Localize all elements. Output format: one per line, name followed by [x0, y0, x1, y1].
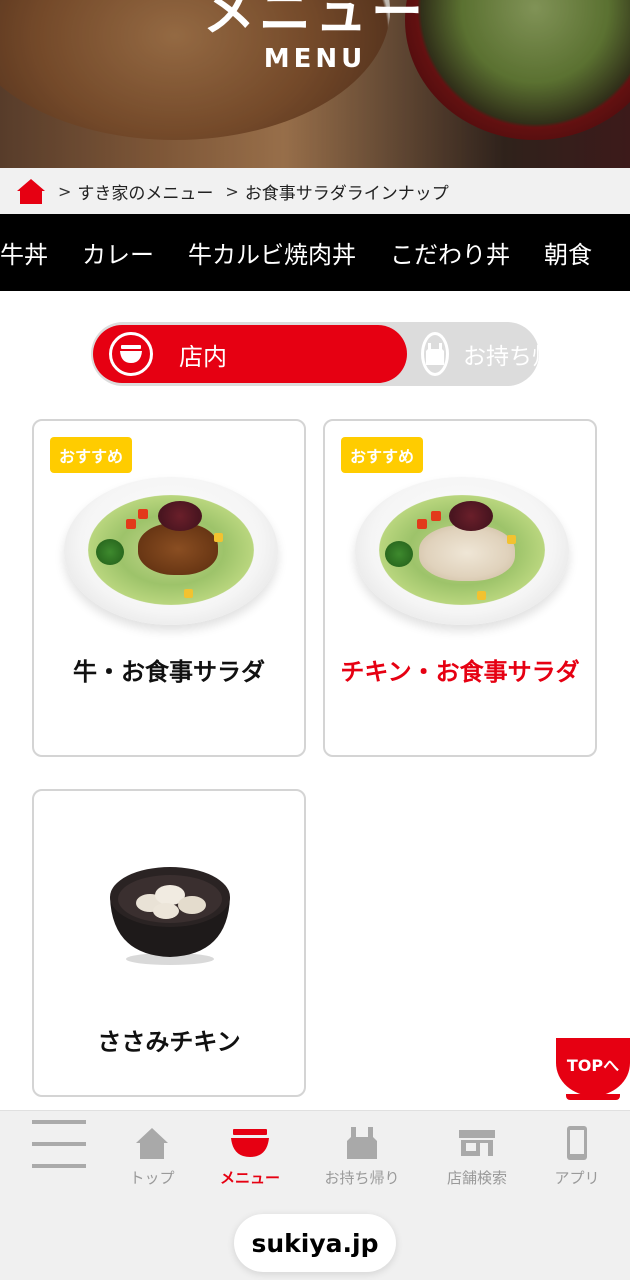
store-icon: [458, 1123, 496, 1163]
category-karubi-don[interactable]: 牛カルビ焼肉丼: [188, 235, 356, 270]
toggle-label: 店内: [179, 342, 227, 371]
toggle-takeout[interactable]: お持ち帰り: [421, 322, 578, 386]
tab-label: アプリ: [554, 1169, 600, 1187]
home-icon: [134, 1123, 170, 1163]
page-title: メニュー: [202, 0, 427, 43]
chicken-topping: [419, 525, 515, 581]
product-name: 牛・お食事サラダ: [73, 658, 265, 686]
tomato: [138, 509, 148, 519]
dine-in-takeout-toggle: 店内 お持ち帰り: [91, 322, 578, 386]
recommend-badge: おすすめ: [50, 437, 133, 473]
tab-app[interactable]: アプリ: [546, 1111, 608, 1197]
breadcrumb-item-menu[interactable]: > すき家のメニュー: [58, 179, 213, 204]
broccoli: [385, 541, 413, 567]
breadcrumb: > すき家のメニュー > お食事サラダラインナップ: [0, 168, 630, 214]
corn: [184, 589, 193, 598]
tab-label: お持ち帰り: [324, 1169, 400, 1187]
tomato: [126, 519, 136, 529]
category-nav: 牛丼 カレー 牛カルビ焼肉丼 こだわり丼 朝食: [0, 214, 630, 291]
url-bar[interactable]: sukiya.jp: [234, 1214, 396, 1272]
tab-hamburger-menu[interactable]: [28, 1111, 90, 1197]
category-kodawari-don[interactable]: こだわり丼: [390, 235, 510, 270]
category-curry[interactable]: カレー: [82, 235, 154, 270]
tab-label: メニュー: [219, 1169, 280, 1187]
product-card-sasami-chicken[interactable]: ささみチキン: [32, 789, 306, 1097]
broccoli: [96, 539, 124, 565]
recommend-badge: おすすめ: [341, 437, 424, 473]
breadcrumb-item-current: > お食事サラダラインナップ: [225, 179, 448, 204]
product-card-chicken-salad[interactable]: おすすめ チキン・お食事サラダ: [323, 419, 597, 757]
page-subtitle: MENU: [263, 44, 367, 74]
tab-top[interactable]: トップ: [118, 1111, 186, 1197]
beans-topping: [449, 501, 493, 531]
bag-icon: [345, 1123, 379, 1163]
tab-label: トップ: [129, 1169, 175, 1187]
tab-takeout[interactable]: お持ち帰り: [318, 1111, 406, 1197]
toggle-dine-in[interactable]: 店内: [93, 325, 407, 383]
corn: [507, 535, 516, 544]
category-breakfast[interactable]: 朝食: [544, 235, 592, 270]
tomato: [417, 519, 427, 529]
product-card-beef-salad[interactable]: おすすめ 牛・お食事サラダ: [32, 419, 306, 757]
tomato: [431, 511, 441, 521]
category-gyudon[interactable]: 牛丼: [0, 235, 48, 270]
bottom-tab-bar: トップ メニュー お持ち帰り 店舗検索 アプリ: [0, 1110, 630, 1196]
product-name: チキン・お食事サラダ: [340, 658, 580, 686]
home-icon[interactable]: [16, 176, 46, 206]
product-image: [110, 867, 230, 965]
corn: [214, 533, 223, 542]
tab-store-search[interactable]: 店舗検索: [438, 1111, 516, 1197]
hero-banner: メニュー MENU: [0, 0, 630, 168]
chevron-right-icon: >: [225, 181, 239, 201]
beans-topping: [158, 501, 202, 531]
toggle-label: お持ち帰り: [463, 344, 578, 370]
phone-icon: [565, 1123, 589, 1163]
breadcrumb-label: お食事サラダラインナップ: [244, 183, 449, 204]
bowl-icon: [109, 332, 153, 376]
chevron-right-icon: >: [58, 181, 72, 201]
hamburger-menu-icon: [32, 1120, 86, 1168]
product-name: ささみチキン: [97, 1028, 241, 1056]
bowl-icon: [229, 1123, 271, 1163]
browser-bar: sukiya.jp: [0, 1196, 630, 1280]
corn: [477, 591, 486, 600]
breadcrumb-label: すき家のメニュー: [77, 183, 214, 204]
bag-icon: [421, 332, 449, 376]
tab-label: 店舗検索: [446, 1169, 507, 1187]
tab-menu[interactable]: メニュー: [212, 1111, 288, 1197]
back-to-top-button[interactable]: TOPへ: [556, 1038, 630, 1100]
